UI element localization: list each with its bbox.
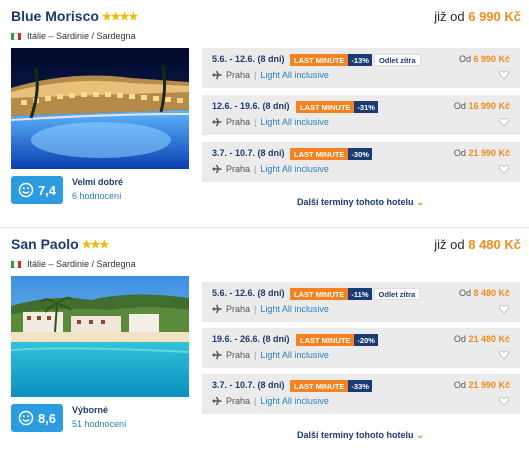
more-terms-link[interactable]: Další terminy tohoto hotelu ⌄ bbox=[297, 197, 424, 208]
discount-badge: -11% bbox=[348, 288, 372, 300]
chevron-down-icon: ⌄ bbox=[416, 197, 425, 207]
rating-value: 8,6 bbox=[37, 410, 57, 426]
hotel-name[interactable]: Blue Morisco ★★★★ bbox=[11, 8, 138, 24]
term-details: Praha | Light All inclusive bbox=[212, 117, 329, 127]
term-details: Praha | Light All inclusive bbox=[212, 350, 329, 360]
rating-text: Výborné bbox=[72, 405, 109, 415]
heart-icon[interactable] bbox=[499, 350, 509, 360]
hotel-from-price: již od 6 990 Kč bbox=[434, 9, 521, 24]
term-row[interactable]: 19.6. - 26.6. (8 dní) LAST MINUTE -20% P… bbox=[202, 328, 520, 368]
hotel-photo[interactable] bbox=[11, 48, 189, 169]
term-price: Od 8 480 Kč bbox=[458, 288, 510, 298]
term-badges: LAST MINUTE -31% bbox=[296, 101, 378, 113]
hotel-card: San Paolo ★★★ již od 8 480 Kč Itálie – Sa… bbox=[0, 227, 529, 453]
term-details: Praha | Light All inclusive bbox=[212, 70, 329, 80]
board-link: Light All inclusive bbox=[260, 117, 329, 127]
term-badges: LAST MINUTE -13% Odlet zítra bbox=[290, 54, 421, 66]
board-link: Light All inclusive bbox=[260, 70, 329, 80]
last-minute-badge: LAST MINUTE bbox=[296, 334, 355, 346]
term-dates: 5.6. - 12.6. (8 dní) bbox=[212, 54, 285, 64]
plane-icon bbox=[212, 164, 222, 174]
term-dates: 12.6. - 19.6. (8 dní) bbox=[212, 101, 290, 111]
italy-flag-icon bbox=[11, 32, 21, 40]
hotel-location: Itálie – Sardinie / Sardegna bbox=[11, 259, 136, 269]
hotel-name[interactable]: San Paolo ★★★ bbox=[11, 236, 110, 252]
last-minute-badge: LAST MINUTE bbox=[296, 101, 355, 113]
discount-badge: -33% bbox=[348, 380, 372, 392]
rating-badge: 7,4 bbox=[11, 176, 63, 204]
term-price: Od 16 990 Kč bbox=[453, 101, 510, 111]
term-price: Od 21 990 Kč bbox=[453, 148, 510, 158]
rating-badge: 8,6 bbox=[11, 404, 63, 432]
term-dates: 5.6. - 12.6. (8 dní) bbox=[212, 288, 285, 298]
term-row[interactable]: 3.7. - 10.7. (8 dní) LAST MINUTE -30% Pr… bbox=[202, 142, 520, 182]
hotel-from-price: již od 8 480 Kč bbox=[434, 237, 521, 252]
hotel-photo[interactable] bbox=[11, 276, 189, 397]
term-badges: LAST MINUTE -20% bbox=[296, 334, 378, 346]
term-badges: LAST MINUTE -33% bbox=[290, 380, 372, 392]
term-row[interactable]: 12.6. - 19.6. (8 dní) LAST MINUTE -31% P… bbox=[202, 95, 520, 135]
term-row[interactable]: 5.6. - 12.6. (8 dní) LAST MINUTE -13% Od… bbox=[202, 48, 520, 88]
departure-tomorrow-badge: Odlet zítra bbox=[373, 288, 421, 300]
term-price: Od 6 990 Kč bbox=[458, 54, 510, 64]
term-dates: 3.7. - 10.7. (8 dní) bbox=[212, 148, 285, 158]
last-minute-badge: LAST MINUTE bbox=[290, 380, 349, 392]
board-link: Light All inclusive bbox=[260, 304, 329, 314]
discount-badge: -31% bbox=[354, 101, 378, 113]
term-details: Praha | Light All inclusive bbox=[212, 396, 329, 406]
discount-badge: -30% bbox=[348, 148, 372, 160]
plane-icon bbox=[212, 350, 222, 360]
departure-tomorrow-badge: Odlet zítra bbox=[373, 54, 421, 66]
last-minute-badge: LAST MINUTE bbox=[290, 54, 349, 66]
last-minute-badge: LAST MINUTE bbox=[290, 148, 349, 160]
board-link: Light All inclusive bbox=[260, 396, 329, 406]
smiley-icon bbox=[18, 410, 34, 426]
term-dates: 19.6. - 26.6. (8 dní) bbox=[212, 334, 290, 344]
hotel-stars: ★★★★ bbox=[101, 11, 138, 23]
last-minute-badge: LAST MINUTE bbox=[290, 288, 349, 300]
heart-icon[interactable] bbox=[499, 304, 509, 314]
term-dates: 3.7. - 10.7. (8 dní) bbox=[212, 380, 285, 390]
term-badges: LAST MINUTE -30% bbox=[290, 148, 372, 160]
heart-icon[interactable] bbox=[499, 396, 509, 406]
reviews-link[interactable]: 51 hodnocení bbox=[72, 419, 127, 429]
smiley-icon bbox=[18, 182, 34, 198]
plane-icon bbox=[212, 304, 222, 314]
hotel-card: Blue Morisco ★★★★ již od 6 990 Kč Itálie … bbox=[0, 0, 529, 227]
plane-icon bbox=[212, 117, 222, 127]
reviews-link[interactable]: 6 hodnocení bbox=[72, 191, 122, 201]
hotel-location: Itálie – Sardinie / Sardegna bbox=[11, 31, 136, 41]
term-row[interactable]: 5.6. - 12.6. (8 dní) LAST MINUTE -11% Od… bbox=[202, 282, 520, 322]
board-link: Light All inclusive bbox=[260, 164, 329, 174]
term-row[interactable]: 3.7. - 10.7. (8 dní) LAST MINUTE -33% Pr… bbox=[202, 374, 520, 414]
heart-icon[interactable] bbox=[499, 117, 509, 127]
term-price: Od 21 990 Kč bbox=[453, 380, 510, 390]
more-terms-link[interactable]: Další terminy tohoto hotelu ⌄ bbox=[297, 430, 424, 441]
heart-icon[interactable] bbox=[499, 70, 509, 80]
term-details: Praha | Light All inclusive bbox=[212, 304, 329, 314]
rating-value: 7,4 bbox=[37, 182, 57, 198]
discount-badge: -20% bbox=[354, 334, 378, 346]
italy-flag-icon bbox=[11, 260, 21, 268]
rating-text: Velmi dobré bbox=[72, 177, 124, 187]
chevron-down-icon: ⌄ bbox=[416, 430, 425, 440]
term-badges: LAST MINUTE -11% Odlet zítra bbox=[290, 288, 421, 300]
heart-icon[interactable] bbox=[499, 164, 509, 174]
plane-icon bbox=[212, 70, 222, 80]
term-price: Od 21 480 Kč bbox=[453, 334, 510, 344]
plane-icon bbox=[212, 396, 222, 406]
board-link: Light All inclusive bbox=[260, 350, 329, 360]
discount-badge: -13% bbox=[348, 54, 372, 66]
term-details: Praha | Light All inclusive bbox=[212, 164, 329, 174]
hotel-stars: ★★★ bbox=[81, 239, 110, 251]
